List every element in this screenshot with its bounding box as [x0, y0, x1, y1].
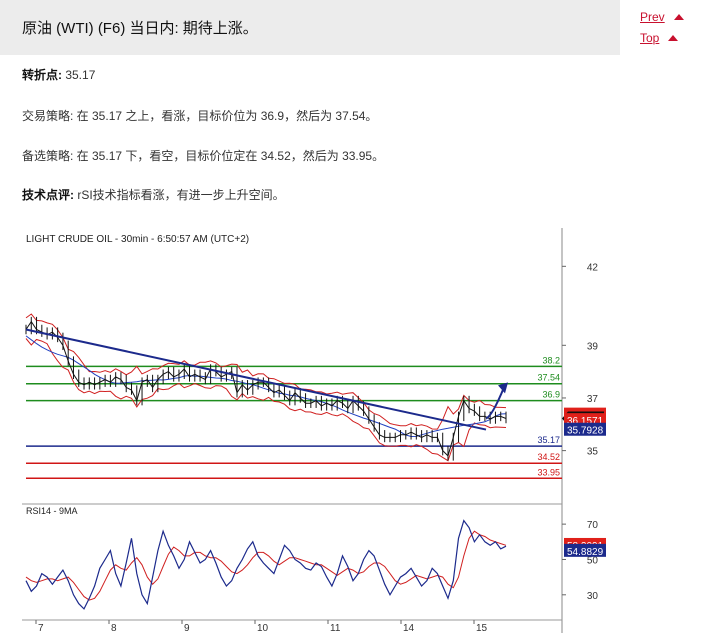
- x-tick-label: 9: [184, 623, 190, 633]
- pivot-label: 转折点:: [22, 68, 62, 82]
- level-label: 34.52: [537, 452, 560, 462]
- pivot-value: 35.17: [62, 68, 96, 82]
- x-tick-label: 10: [257, 623, 269, 633]
- comment-label: 技术点评:: [22, 188, 74, 202]
- level-label: 37.54: [537, 373, 560, 383]
- alt-strategy-text: 在 35.17 下，看空，目标价位定在 34.52，然后为 33.95。: [73, 149, 385, 163]
- level-label: 33.95: [537, 467, 560, 477]
- price-tick-label: 39: [587, 341, 599, 352]
- pivot-line: 转折点: 35.17: [22, 66, 95, 83]
- level-label: 35.17: [537, 435, 560, 445]
- x-tick-label: 7: [38, 623, 44, 633]
- header-bar: 原油 (WTI) (F6) 当日内: 期待上涨。: [0, 0, 620, 55]
- comment-line: 技术点评: rSI技术指标看涨，有进一步上升空间。: [22, 186, 285, 203]
- price-badge-label: 35.7928: [567, 426, 604, 437]
- x-tick-label: 14: [403, 623, 415, 633]
- arrow-up-icon: [668, 35, 679, 41]
- rsi-label: RSI14 - 9MA: [26, 506, 78, 516]
- strategy-text: 在 35.17 之上，看涨，目标价位为 36.9，然后为 37.54。: [73, 109, 378, 123]
- side-nav: Prev Top: [640, 10, 700, 52]
- x-tick-label: 11: [330, 623, 341, 633]
- strategy-line: 交易策略: 在 35.17 之上，看涨，目标价位为 36.9，然后为 37.54…: [22, 107, 377, 124]
- chart-title: LIGHT CRUDE OIL - 30min - 6:50:57 AM (UT…: [26, 234, 249, 245]
- rsi-tick-label: 30: [587, 591, 599, 602]
- price-tick-label: 42: [587, 262, 599, 273]
- level-label: 38.2: [542, 355, 560, 365]
- arrow-up-icon: [673, 14, 684, 20]
- chart-background: [22, 228, 617, 633]
- level-label: 36.9: [542, 390, 560, 400]
- price-chart-svg: LIGHT CRUDE OIL - 30min - 6:50:57 AM (UT…: [22, 228, 617, 634]
- alt-strategy-label: 备选策略:: [22, 149, 74, 163]
- price-tick-label: 35: [587, 447, 599, 458]
- top-link[interactable]: Top: [640, 31, 700, 45]
- strategy-label: 交易策略:: [22, 109, 74, 123]
- chart: LIGHT CRUDE OIL - 30min - 6:50:57 AM (UT…: [22, 228, 617, 634]
- prev-link[interactable]: Prev: [640, 10, 700, 24]
- x-tick-label: 8: [111, 623, 117, 633]
- comment-text: rSI技术指标看涨，有进一步上升空间。: [74, 188, 285, 202]
- alt-strategy-line: 备选策略: 在 35.17 下，看空，目标价位定在 34.52，然后为 33.9…: [22, 147, 384, 164]
- rsi-tick-label: 70: [587, 520, 599, 531]
- prev-label: Prev: [640, 10, 665, 24]
- rsi-badge-label: 54.8829: [567, 547, 604, 558]
- top-label: Top: [640, 31, 660, 45]
- price-tick-label: 37: [587, 394, 599, 405]
- page-title: 原油 (WTI) (F6) 当日内: 期待上涨。: [22, 20, 258, 37]
- x-tick-label: 15: [476, 623, 488, 633]
